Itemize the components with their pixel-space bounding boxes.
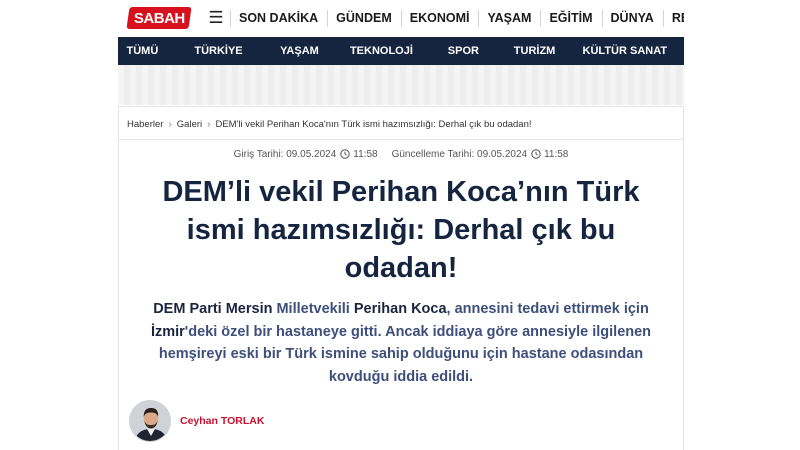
summary-party: DEM Parti Mersin (153, 301, 273, 317)
article-dates: Giriş Tarihi: 09.05.2024 11:58 Güncellem… (119, 147, 683, 161)
summary-text: , annesini tedavi ettirmek için (446, 301, 649, 317)
summary-city: İzmir (150, 323, 185, 340)
updated-label: Güncelleme Tarihi: (391, 148, 475, 160)
breadcrumb-haberler[interactable]: Haberler (127, 119, 163, 130)
summary-person: Perihan Koca (353, 301, 447, 317)
category-tab-turizm[interactable]: TURİZM (493, 37, 577, 65)
category-tab-yasam[interactable]: YAŞAM (270, 37, 329, 65)
category-tab-turkiye[interactable]: TÜRKİYE (167, 37, 270, 65)
chevron-right-icon: › (207, 118, 211, 130)
page: SABAH ☰ SON DAKİKA GÜNDEM EKONOMİ YAŞAM … (0, 0, 800, 450)
category-tab-teknoloji[interactable]: TEKNOLOJİ (329, 37, 434, 65)
article-headline: DEM’li vekil Perihan Koca’nın Türk ismi … (162, 176, 640, 284)
published-date: 09.05.2024 (286, 148, 337, 160)
published-label: Giriş Tarihi: (233, 148, 284, 160)
article-summary: DEM Parti Mersin Milletvekili Perihan Ko… (137, 298, 665, 388)
ad-placeholder (118, 65, 684, 105)
sabah-logo[interactable]: SABAH (126, 7, 192, 29)
nav-item-yasam[interactable]: YAŞAM (478, 0, 540, 37)
clock-icon (531, 149, 541, 159)
summary-text: 'deki özel bir hastaneye gitti. Ancak id… (158, 323, 652, 385)
category-tab-spor[interactable]: SPOR (434, 37, 493, 65)
nav-item-dunya[interactable]: DÜNYA (601, 0, 663, 37)
article-card: Haberler › Galeri › DEM'li vekil Perihan… (118, 106, 684, 450)
breadcrumb-current[interactable]: DEM'li vekil Perihan Koca'nın Türk ismi … (215, 119, 531, 130)
category-tab-kultur-sanat[interactable]: KÜLTÜR SANAT (577, 37, 684, 65)
breadcrumb-galeri[interactable]: Galeri (177, 119, 202, 130)
hamburger-menu-icon[interactable]: ☰ (208, 9, 224, 27)
clock-icon (340, 149, 350, 159)
chevron-right-icon: › (168, 118, 172, 130)
summary-text: Milletvekili (272, 301, 354, 317)
updated-date: 09.05.2024 (477, 148, 528, 160)
nav-item-son-dakika[interactable]: SON DAKİKA (230, 0, 327, 37)
logo-text: SABAH (133, 9, 185, 27)
news-site: SABAH ☰ SON DAKİKA GÜNDEM EKONOMİ YAŞAM … (118, 0, 684, 450)
published-time: 11:58 (353, 148, 378, 160)
category-bar: TÜMÜ TÜRKİYE YAŞAM TEKNOLOJİ SPOR TURİZM… (118, 37, 684, 65)
divider (119, 139, 683, 140)
breadcrumb: Haberler › Galeri › DEM'li vekil Perihan… (127, 117, 532, 131)
top-nav: SON DAKİKA GÜNDEM EKONOMİ YAŞAM EĞİTİM D… (230, 0, 684, 37)
avatar[interactable] (129, 400, 171, 442)
nav-item-gundem[interactable]: GÜNDEM (327, 0, 401, 37)
nav-item-resmi[interactable]: RESMİ (662, 0, 684, 37)
updated-time: 11:58 (544, 148, 569, 160)
nav-item-egitim[interactable]: EĞİTİM (540, 0, 601, 37)
author-block: Ceyhan TORLAK (129, 400, 264, 442)
category-tab-tumu[interactable]: TÜMÜ (118, 37, 167, 65)
top-header: SABAH ☰ SON DAKİKA GÜNDEM EKONOMİ YAŞAM … (118, 0, 684, 37)
author-name[interactable]: Ceyhan TORLAK (180, 415, 264, 427)
author-photo (130, 401, 170, 441)
nav-item-ekonomi[interactable]: EKONOMİ (400, 0, 479, 37)
